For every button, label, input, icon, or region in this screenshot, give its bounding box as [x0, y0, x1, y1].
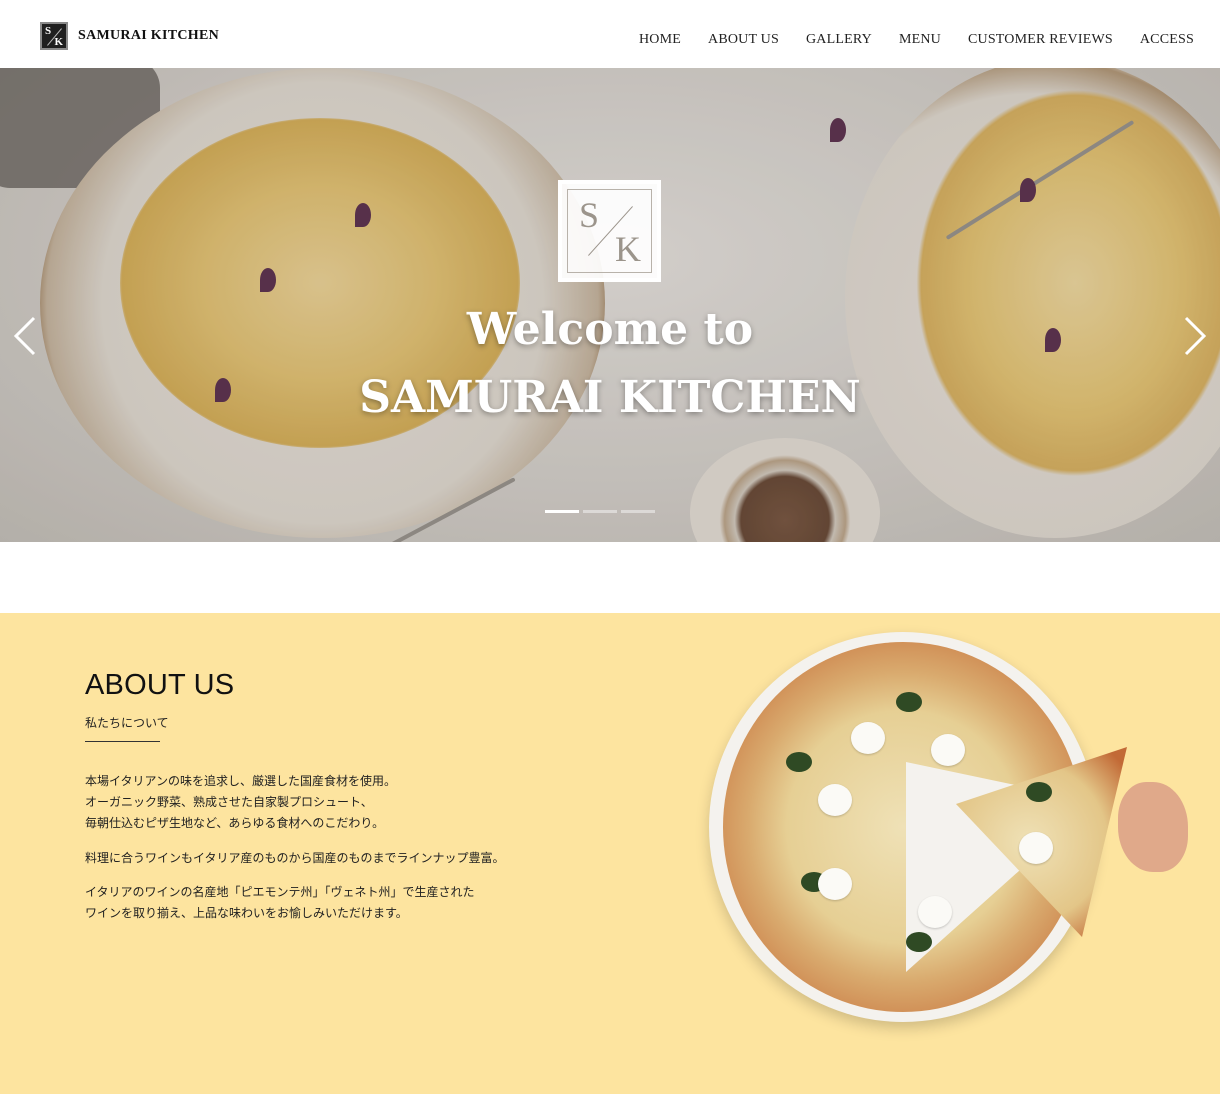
site-logo[interactable]: S K SAMURAI KITCHEN [40, 22, 219, 50]
main-nav: HOME ABOUT US GALLERY MENU CUSTOMER REVI… [639, 32, 1194, 48]
nav-menu[interactable]: MENU [899, 32, 941, 48]
mozzarella-topping [1019, 832, 1053, 864]
mozzarella-topping [931, 734, 965, 766]
logo-letter-k: K [54, 36, 63, 48]
about-subheading: 私たちについて [85, 716, 169, 730]
brand-name: SAMURAI KITCHEN [78, 28, 220, 43]
nav-customer-reviews[interactable]: CUSTOMER REVIEWS [968, 32, 1113, 48]
hand [1118, 782, 1188, 872]
hero-logo: S K [558, 180, 661, 282]
mozzarella-topping [818, 868, 852, 900]
mozzarella-topping [851, 722, 885, 754]
nav-gallery[interactable]: GALLERY [806, 32, 872, 48]
about-text-line: 本場イタリアンの味を追求し、厳選した国産食材を使用。 [85, 774, 397, 788]
spinach-topping [786, 752, 812, 772]
about-divider [85, 741, 160, 742]
nav-home[interactable]: HOME [639, 32, 681, 48]
spinach-topping [906, 932, 932, 952]
hero-logo-letter-s: S [579, 195, 600, 235]
spinach-topping [896, 692, 922, 712]
about-text-line: イタリアのワインの名産地「ピエモンテ州」「ヴェネト州」で生産された [85, 885, 475, 899]
slider-dot[interactable] [545, 510, 579, 513]
mozzarella-topping [918, 896, 952, 928]
mozzarella-topping [818, 784, 852, 816]
nav-access[interactable]: ACCESS [1140, 32, 1194, 48]
logo-mark-icon: S K [40, 22, 68, 50]
about-paragraph-2: 料理に合うワインもイタリア産のものから国産のものまでラインナップ豊富。 [85, 848, 505, 869]
hero-title-line1: Welcome to [466, 304, 754, 355]
about-paragraph-3: イタリアのワインの名産地「ピエモンテ州」「ヴェネト州」で生産された ワインを取り… [85, 882, 475, 924]
logo-letter-s: S [45, 25, 52, 37]
slider-dot[interactable] [583, 510, 617, 513]
about-text-line: 料理に合うワインもイタリア産のものから国産のものまでラインナップ豊富。 [85, 851, 505, 865]
spinach-topping [1026, 782, 1052, 802]
page-bottom-spacer [0, 1094, 1220, 1117]
hero-logo-letter-k: K [615, 229, 641, 269]
slider-pagination [545, 510, 655, 513]
slider-dot[interactable] [621, 510, 655, 513]
hero-title-line2: SAMURAI KITCHEN [359, 372, 861, 423]
site-header: S K SAMURAI KITCHEN HOME ABOUT US GALLER… [0, 0, 1220, 68]
about-text-line: 毎朝仕込むピザ生地など、あらゆる食材へのこだわり。 [85, 816, 385, 830]
about-heading: ABOUT US [85, 669, 235, 701]
about-text-line: オーガニック野菜、熟成させた自家製プロシュート、 [85, 795, 373, 809]
about-text-line: ワインを取り揃え、上品な味わいをお愉しみいただけます。 [85, 906, 408, 920]
about-paragraph-1: 本場イタリアンの味を追求し、厳選した国産食材を使用。 オーガニック野菜、熟成させ… [85, 771, 396, 834]
nav-about-us[interactable]: ABOUT US [708, 32, 779, 48]
pizza-image [706, 632, 1188, 1027]
